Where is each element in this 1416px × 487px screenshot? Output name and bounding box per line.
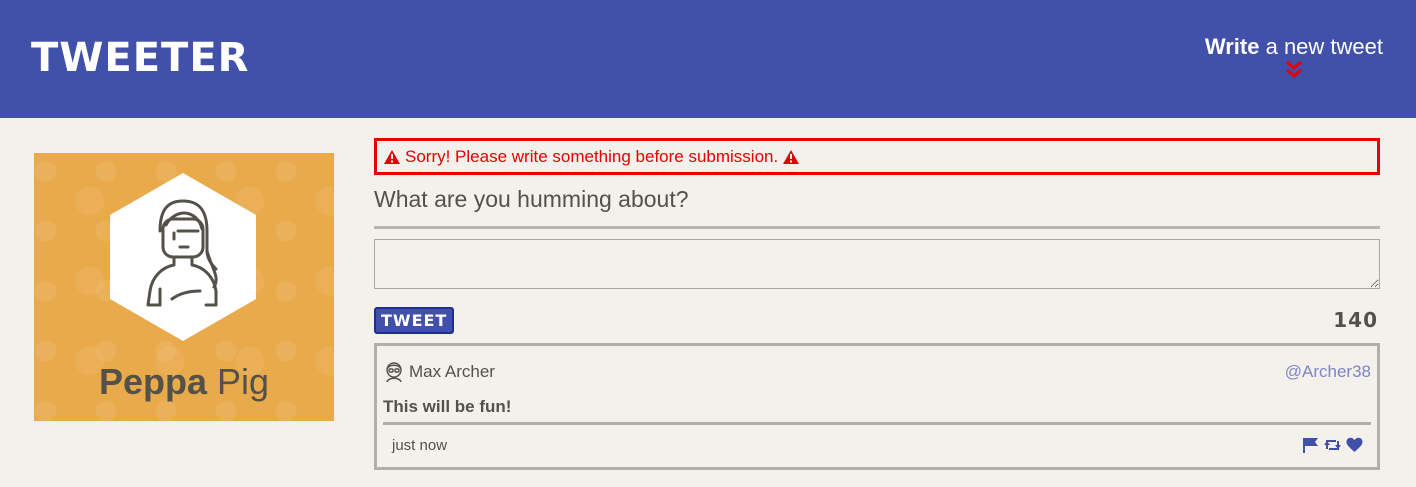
tweet-author-handle[interactable]: @Archer38 (1285, 362, 1371, 382)
tweet-divider (383, 422, 1371, 425)
warning-triangle-icon (384, 149, 400, 164)
profile-avatar (110, 173, 256, 341)
flag-icon[interactable] (1302, 437, 1319, 453)
profile-name: Peppa Pig (34, 360, 334, 404)
character-counter: 140 (1333, 308, 1378, 332)
error-message-text: Sorry! Please write something before sub… (405, 146, 779, 166)
brand-logo[interactable]: TWEETER (31, 34, 249, 82)
tweet-textarea[interactable] (374, 239, 1380, 289)
profile-last-name: Pig (207, 361, 270, 402)
heart-icon[interactable] (1346, 437, 1363, 453)
top-nav: TWEETER Write a new tweet (0, 0, 1416, 118)
write-new-tweet-toggle[interactable]: Write a new tweet (1205, 34, 1383, 80)
double-chevron-down-icon (1285, 60, 1302, 78)
profile-first-name: Peppa (98, 361, 207, 402)
tweet-header: Max Archer @Archer38 (383, 360, 1371, 384)
tweet-timestamp: just now (392, 437, 448, 454)
warning-triangle-icon (783, 149, 800, 164)
compose-question-label: What are you humming about? (374, 185, 1380, 229)
compose-toggle-bold: Write (1204, 34, 1260, 59)
tweet-actions (1302, 437, 1363, 453)
tweet-card: Max Archer @Archer38 This will be fun! j… (374, 343, 1380, 470)
tweet-author-name: Max Archer (409, 362, 495, 381)
tweet-text: This will be fun! (383, 397, 512, 416)
tweet-submit-button[interactable]: TWEET (374, 307, 455, 334)
error-message-box: Sorry! Please write something before sub… (374, 138, 1380, 175)
submit-row: TWEET 140 (374, 292, 1380, 338)
profile-card: Peppa Pig (34, 153, 334, 421)
avatar-icon (386, 362, 402, 383)
main-column: Sorry! Please write something before sub… (374, 138, 1380, 470)
retweet-icon[interactable] (1324, 437, 1341, 453)
compose-toggle-text: a new tweet (1259, 34, 1383, 59)
